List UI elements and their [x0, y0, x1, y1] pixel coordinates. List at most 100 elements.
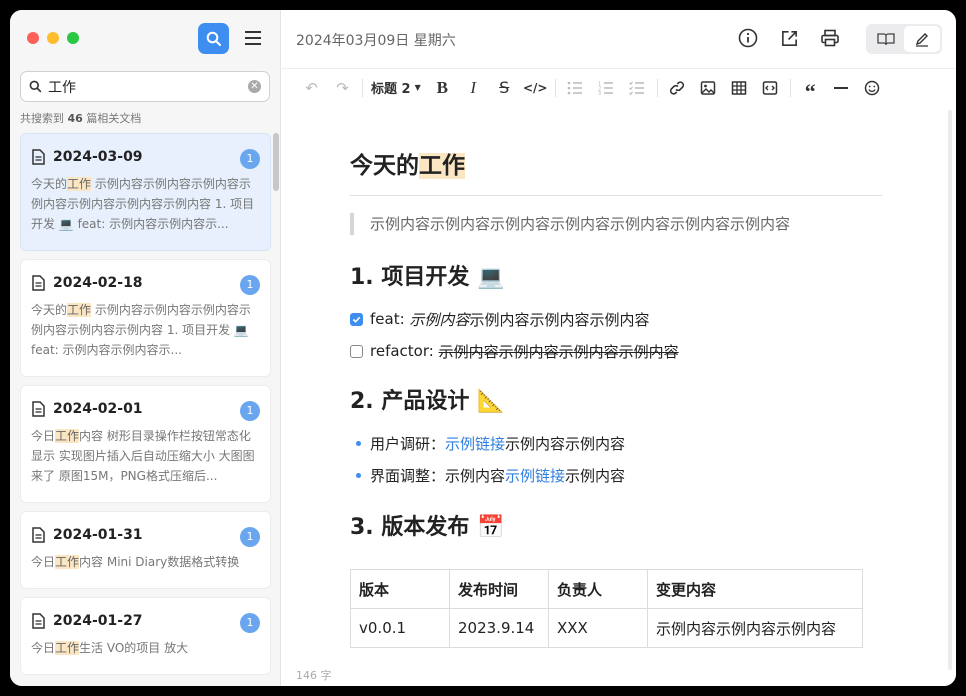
pencil-icon — [915, 33, 928, 47]
match-count-badge: 1 — [240, 401, 260, 421]
emoji-button[interactable] — [857, 74, 888, 102]
section-heading[interactable]: 1. 项目开发 💻 — [350, 263, 882, 293]
table-header-cell[interactable]: 版本 — [350, 569, 450, 609]
list-item[interactable]: 用户调研： 示例链接 示例内容示例内容 — [350, 433, 882, 453]
title-text: 今天的 — [350, 153, 419, 179]
horizontal-rule-icon — [834, 86, 849, 89]
clear-search-icon[interactable]: ✕ — [248, 80, 261, 93]
code-block-icon — [762, 80, 778, 95]
main-panel: 2024年03月09日 星期六 ↶ ↷ 标题 2 ▼ B I S </> 1 2… — [282, 10, 956, 686]
sidebar-scrollbar[interactable] — [273, 133, 279, 191]
task-item[interactable]: refactor: 示例内容示例内容示例内容示例内容 — [350, 341, 882, 361]
snippet-text: 今日 — [31, 641, 56, 655]
link-button[interactable] — [662, 74, 693, 102]
heading-select[interactable]: 标题 2 ▼ — [367, 78, 427, 97]
strikethrough-button[interactable]: S — [489, 74, 520, 102]
task-list-button[interactable] — [622, 74, 653, 102]
title-highlight: 工作 — [419, 153, 465, 179]
result-count: 共搜索到 46 篇相关文档 — [20, 110, 141, 126]
info-icon — [738, 28, 758, 48]
toolbar-divider — [656, 78, 658, 97]
match-count-badge: 1 — [240, 527, 260, 547]
table-header-cell[interactable]: 变更内容 — [647, 569, 863, 609]
inline-link[interactable]: 示例链接 — [445, 433, 505, 454]
document-item[interactable]: 2024-02-18 1 今天的工作 示例内容示例内容示例内容示例内容示例内容示… — [20, 259, 271, 377]
task-italic-text: 示例内容 — [409, 310, 470, 329]
task-checkbox[interactable] — [350, 344, 363, 358]
document-item[interactable]: 2024-01-27 1 今日工作生活 VO的项目 放大 — [20, 597, 271, 675]
task-checkbox[interactable] — [350, 312, 363, 326]
search-toggle-button[interactable] — [198, 23, 229, 54]
bullet-dot — [356, 440, 361, 446]
info-button[interactable] — [737, 27, 759, 49]
image-button[interactable] — [693, 74, 724, 102]
list-item[interactable]: 界面调整：示例内容 示例链接 示例内容 — [350, 465, 882, 485]
table-header-cell[interactable]: 发布时间 — [449, 569, 549, 609]
snippet-text: 内容 Mini Diary数据格式转换 — [79, 555, 240, 569]
redo-button[interactable]: ↷ — [327, 74, 358, 102]
task-label: refactor: — [370, 342, 434, 360]
table-header-cell[interactable]: 负责人 — [548, 569, 648, 609]
view-mode-toggle — [866, 24, 942, 54]
bold-icon: B — [436, 77, 448, 97]
table-cell[interactable]: XXX — [548, 608, 648, 648]
document-item[interactable]: 2024-01-31 1 今日工作内容 Mini Diary数据格式转换 — [20, 511, 271, 589]
table-row: v0.0.1 2023.9.14 XXX 示例内容示例内容示例内容 — [350, 608, 863, 648]
document-item[interactable]: 2024-02-01 1 今日工作内容 树形目录操作栏按钮常态化显示 实现图片插… — [20, 385, 271, 503]
section-heading[interactable]: 2. 产品设计 📐 — [350, 387, 882, 417]
editor-content[interactable]: 今天的工作 示例内容示例内容示例内容示例内容示例内容示例内容示例内容 1. 项目… — [350, 116, 882, 648]
editor-scrollbar[interactable] — [948, 110, 952, 670]
document-list: 2024-03-09 1 今天的工作 示例内容示例内容示例内容示例内容示例内容示… — [20, 133, 271, 683]
bold-button[interactable]: B — [427, 74, 458, 102]
result-count-number: 46 — [67, 112, 83, 125]
result-prefix: 共搜索到 — [20, 112, 64, 125]
code-button[interactable]: </> — [520, 74, 551, 102]
bullet-list-button[interactable] — [560, 74, 591, 102]
table-cell[interactable]: 2023.9.14 — [449, 608, 549, 648]
list-item-text: 示例内容示例内容 — [505, 434, 626, 453]
search-field[interactable]: ✕ — [20, 71, 270, 102]
task-list-icon — [629, 80, 645, 95]
document-icon — [32, 401, 45, 417]
search-input[interactable] — [48, 78, 248, 95]
ordered-list-button[interactable]: 123 — [591, 74, 622, 102]
close-window-button[interactable] — [27, 32, 39, 44]
edit-mode-button[interactable] — [904, 26, 940, 52]
document-date: 2024-01-27 — [53, 613, 143, 629]
task-item[interactable]: feat: 示例内容 示例内容示例内容示例内容 — [350, 309, 882, 329]
book-icon — [877, 33, 895, 46]
list-item-label: 界面调整：示例内容 — [370, 466, 506, 485]
quote-button[interactable]: “ — [795, 74, 826, 102]
italic-button[interactable]: I — [458, 74, 489, 102]
inline-link[interactable]: 示例链接 — [505, 465, 565, 486]
snippet-text: 今日 — [31, 429, 56, 443]
table-button[interactable] — [724, 74, 755, 102]
snippet-text: 生活 VO的项目 放大 — [79, 641, 189, 655]
table-header-row: 版本 发布时间 负责人 变更内容 — [350, 569, 863, 609]
print-button[interactable] — [819, 27, 841, 49]
menu-button[interactable] — [242, 27, 264, 49]
caret-down-icon: ▼ — [414, 83, 421, 92]
table-cell[interactable]: v0.0.1 — [350, 608, 450, 648]
read-mode-button[interactable] — [868, 26, 904, 52]
word-count: 146 字 — [296, 669, 332, 682]
document-date: 2024-02-01 — [53, 401, 143, 417]
code-block-button[interactable] — [755, 74, 786, 102]
maximize-window-button[interactable] — [67, 32, 79, 44]
document-item[interactable]: 2024-03-09 1 今天的工作 示例内容示例内容示例内容示例内容示例内容示… — [20, 133, 271, 251]
horizontal-rule-button[interactable] — [826, 74, 857, 102]
blockquote[interactable]: 示例内容示例内容示例内容示例内容示例内容示例内容示例内容 — [350, 213, 882, 235]
table-cell[interactable]: 示例内容示例内容示例内容 — [647, 608, 863, 648]
toolbar-divider — [789, 78, 791, 97]
snippet-highlight: 工作 — [55, 429, 80, 443]
release-table[interactable]: 版本 发布时间 负责人 变更内容 v0.0.1 2023.9.14 XXX 示例… — [350, 569, 863, 648]
hamburger-icon — [245, 31, 261, 45]
minimize-window-button[interactable] — [47, 32, 59, 44]
export-button[interactable] — [778, 27, 800, 49]
section-heading[interactable]: 3. 版本发布 📅 — [350, 513, 882, 543]
document-date: 2024-01-31 — [53, 527, 143, 543]
bullet-list-icon — [567, 81, 583, 94]
result-suffix: 篇相关文档 — [86, 112, 142, 125]
undo-button[interactable]: ↶ — [296, 74, 327, 102]
document-title[interactable]: 今天的工作 — [350, 116, 882, 196]
